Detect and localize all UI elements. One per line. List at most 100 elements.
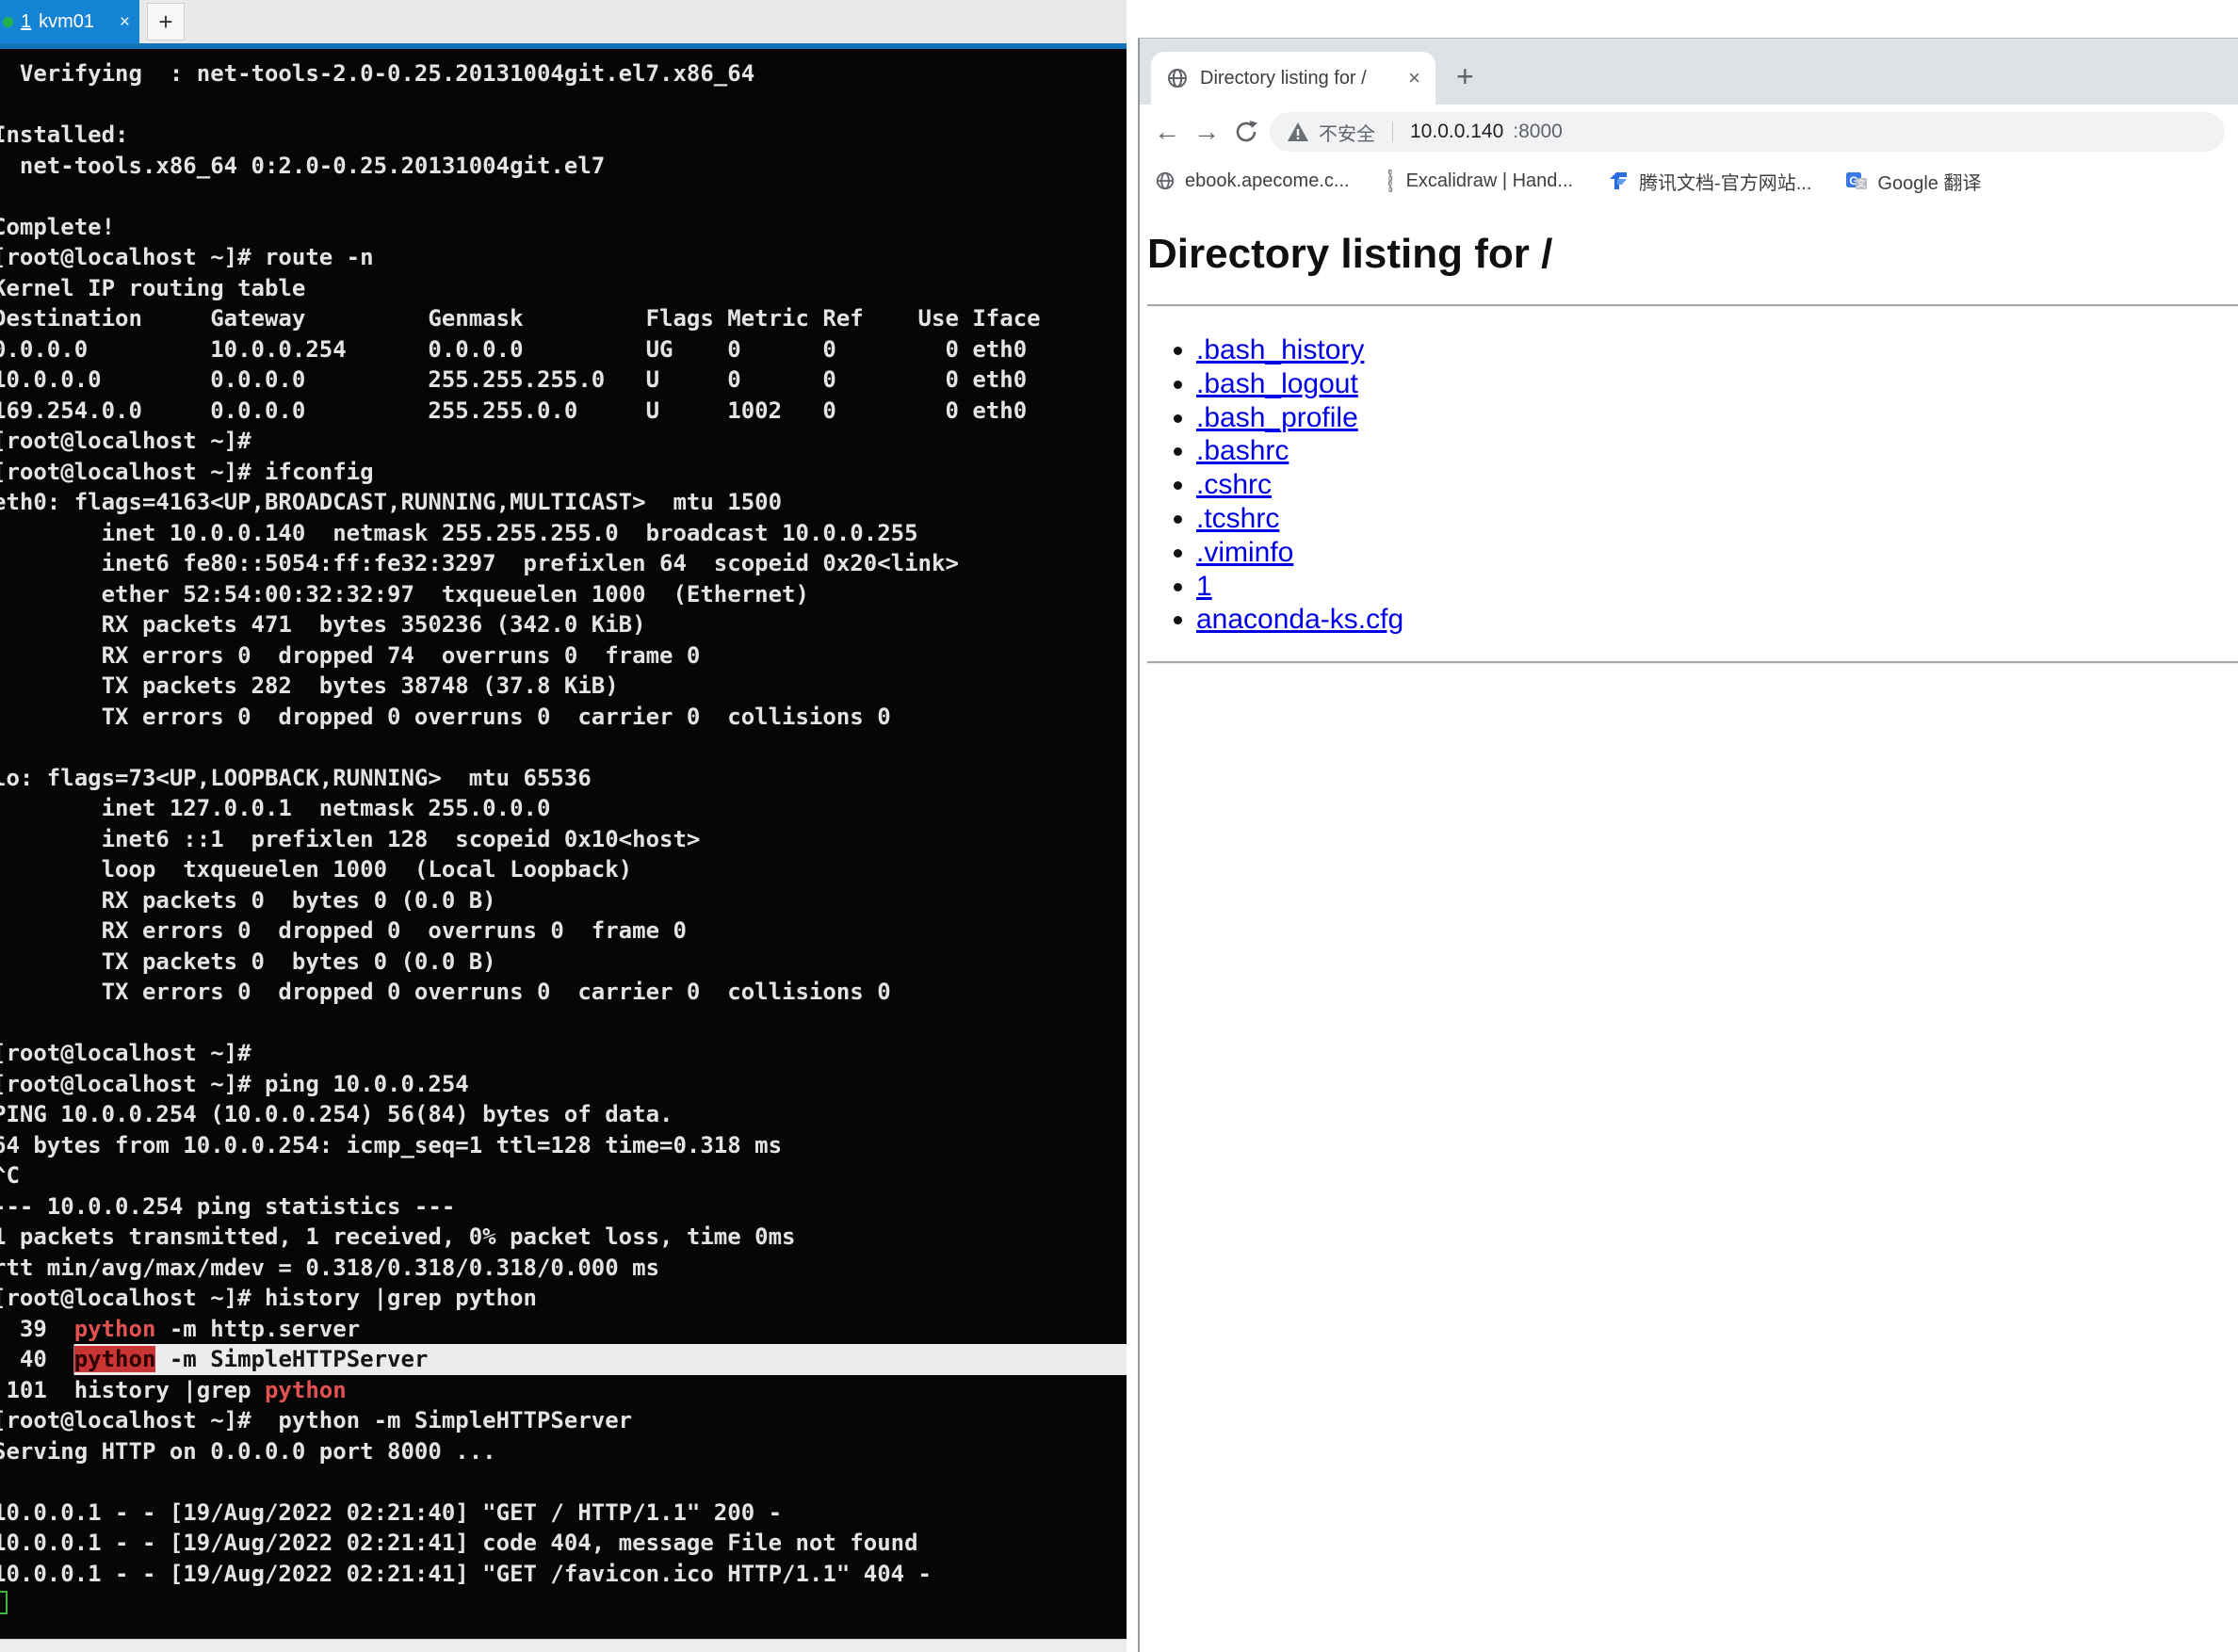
not-secure-warning-icon	[1287, 121, 1309, 142]
terminal-line: RX packets 471 bytes 350236 (342.0 KiB)	[0, 609, 1127, 640]
url-host: 10.0.0.140	[1410, 121, 1503, 143]
terminal-line: RX errors 0 dropped 74 overruns 0 frame …	[0, 640, 1127, 672]
terminal-line: [root@localhost ~]#	[0, 426, 1127, 457]
directory-link[interactable]: .bash_history	[1196, 334, 1364, 365]
browser-tab-title: Directory listing for /	[1200, 68, 1397, 89]
terminal-line: RX errors 0 dropped 0 overruns 0 frame 0	[0, 915, 1127, 947]
bookmark-label: Excalidraw | Hand...	[1406, 170, 1574, 192]
terminal-line: net-tools.x86_64 0:2.0-0.25.20131004git.…	[0, 151, 1127, 182]
bookmark-label: Google 翻译	[1877, 168, 1981, 195]
svg-text:文: 文	[1857, 178, 1866, 190]
directory-link[interactable]: .viminfo	[1196, 537, 1293, 568]
directory-list-item: .bash_profile	[1196, 401, 2238, 435]
terminal-line: ether 52:54:00:32:32:97 txqueuelen 1000 …	[0, 579, 1127, 610]
terminal-line: 10.0.0.1 - - [19/Aug/2022 02:21:41] code…	[0, 1528, 1127, 1559]
terminal-line: [root@localhost ~]# ping 10.0.0.254	[0, 1069, 1127, 1100]
globe-icon	[1155, 170, 1176, 191]
forward-icon[interactable]: →	[1187, 119, 1226, 145]
terminal-line: ^C	[0, 1160, 1127, 1191]
excalidraw-icon	[1384, 169, 1397, 193]
browser-tab[interactable]: Directory listing for / ×	[1151, 52, 1435, 105]
terminal-line: Installed:	[0, 120, 1127, 151]
directory-list-item: .bash_history	[1196, 333, 2238, 367]
back-icon[interactable]: ←	[1147, 119, 1187, 145]
browser-toolbar: ← → 不安全 10.0.0.140 :8000	[1140, 105, 2238, 159]
terminal-line: 169.254.0.0 0.0.0.0 255.255.0.0 U 1002 0…	[0, 396, 1127, 427]
bookmark-item[interactable]: 腾讯文档-官方网站...	[1607, 168, 1811, 195]
browser-window: Directory listing for / × + ← → 不安全 10.	[1138, 38, 2238, 1652]
terminal-line: inet6 ::1 prefixlen 128 scopeid 0x10<hos…	[0, 824, 1127, 855]
globe-icon	[1166, 67, 1189, 89]
directory-link[interactable]: 1	[1196, 571, 1212, 602]
terminal-line: [root@localhost ~]# python -m SimpleHTTP…	[0, 1405, 1127, 1436]
directory-link[interactable]: .tcshrc	[1196, 503, 1279, 534]
divider	[1147, 661, 2238, 664]
terminal-line: 64 bytes from 10.0.0.254: icmp_seq=1 ttl…	[0, 1130, 1127, 1161]
omnibox-divider	[1392, 121, 1393, 142]
terminal-line: inet6 fe80::5054:ff:fe32:3297 prefixlen …	[0, 548, 1127, 579]
directory-link[interactable]: .cshrc	[1196, 469, 1272, 500]
new-session-button[interactable]: +	[147, 3, 185, 40]
directory-list-item: .cshrc	[1196, 468, 2238, 502]
bookmark-label: ebook.apecome.c...	[1185, 170, 1350, 192]
close-icon[interactable]: ×	[120, 13, 130, 31]
terminal-line: 10.0.0.0 0.0.0.0 255.255.255.0 U 0 0 0 e…	[0, 364, 1127, 396]
terminal-line: Kernel IP routing table	[0, 273, 1127, 304]
directory-link[interactable]: .bash_profile	[1196, 402, 1358, 433]
terminal-line	[0, 181, 1127, 212]
session-status-dot	[3, 17, 13, 27]
terminal-line: TX packets 282 bytes 38748 (37.8 KiB)	[0, 671, 1127, 702]
terminal-line: 101 history |grep python	[0, 1375, 1127, 1406]
terminal-line: eth0: flags=4163<UP,BROADCAST,RUNNING,MU…	[0, 487, 1127, 518]
directory-list-item: anaconda-ks.cfg	[1196, 603, 2238, 637]
terminal-tab-kvm01[interactable]: 1 kvm01 ×	[0, 0, 139, 43]
directory-link[interactable]: .bashrc	[1196, 435, 1289, 466]
address-bar[interactable]: 不安全 10.0.0.140 :8000	[1270, 112, 2225, 152]
directory-link[interactable]: anaconda-ks.cfg	[1196, 604, 1403, 635]
directory-list-item: .tcshrc	[1196, 502, 2238, 536]
terminal-tab-label: kvm01	[39, 11, 94, 33]
terminal-line	[0, 1466, 1127, 1498]
terminal-line: Serving HTTP on 0.0.0.0 port 8000 ...	[0, 1436, 1127, 1467]
terminal-line	[0, 89, 1127, 121]
terminal-line	[0, 732, 1127, 763]
terminal-line: [root@localhost ~]# history |grep python	[0, 1283, 1127, 1314]
bookmark-item[interactable]: Excalidraw | Hand...	[1384, 169, 1574, 193]
close-icon[interactable]: ×	[1408, 68, 1420, 89]
terminal-output[interactable]: Verifying : net-tools-2.0-0.25.20131004g…	[0, 49, 1127, 1639]
terminal-line: TX errors 0 dropped 0 overruns 0 carrier…	[0, 702, 1127, 733]
terminal-line: [root@localhost ~]# ifconfig	[0, 457, 1127, 488]
bookmark-item[interactable]: ebook.apecome.c...	[1155, 170, 1350, 192]
terminal-line: 39 python -m http.server	[0, 1314, 1127, 1345]
directory-listing-page: Directory listing for / .bash_history.ba…	[1140, 202, 2238, 1652]
terminal-line	[0, 1008, 1127, 1039]
terminal-line: loop txqueuelen 1000 (Local Loopback)	[0, 854, 1127, 885]
terminal-line: Complete!	[0, 212, 1127, 243]
terminal-line: --- 10.0.0.254 ping statistics ---	[0, 1191, 1127, 1223]
google-translate-icon: G文	[1845, 170, 1868, 192]
bookmarks-bar: ebook.apecome.c... Excalidraw | Hand... 腾讯…	[1140, 159, 2238, 202]
divider	[1147, 304, 2238, 307]
terminal-tab-number: 1	[21, 11, 31, 33]
terminal-line: 10.0.0.1 - - [19/Aug/2022 02:21:41] "GET…	[0, 1559, 1127, 1590]
directory-list-item: .bashrc	[1196, 434, 2238, 468]
terminal-line: Destination Gateway Genmask Flags Metric…	[0, 303, 1127, 334]
security-label: 不安全	[1319, 119, 1375, 146]
directory-list-item: .bash_logout	[1196, 367, 2238, 401]
directory-link[interactable]: .bash_logout	[1196, 368, 1358, 399]
new-tab-button[interactable]: +	[1456, 61, 1474, 91]
terminal-status-bar	[0, 1639, 1127, 1652]
terminal-line: TX errors 0 dropped 0 overruns 0 carrier…	[0, 977, 1127, 1008]
reload-icon[interactable]	[1226, 118, 1266, 146]
terminal-line: 1 packets transmitted, 1 received, 0% pa…	[0, 1222, 1127, 1253]
terminal-line: TX packets 0 bytes 0 (0.0 B)	[0, 947, 1127, 978]
terminal-line	[0, 1589, 1127, 1620]
terminal-line: lo: flags=73<UP,LOOPBACK,RUNNING> mtu 65…	[0, 763, 1127, 794]
terminal-line: RX packets 0 bytes 0 (0.0 B)	[0, 885, 1127, 916]
terminal-cursor	[0, 1591, 8, 1614]
bookmark-item[interactable]: G文 Google 翻译	[1845, 168, 1981, 195]
terminal-tab-bar: 1 kvm01 × +	[0, 0, 1127, 43]
terminal-line: 10.0.0.1 - - [19/Aug/2022 02:21:40] "GET…	[0, 1498, 1127, 1529]
terminal-line: [root@localhost ~]# route -n	[0, 242, 1127, 273]
directory-list: .bash_history.bash_logout.bash_profile.b…	[1147, 333, 2238, 637]
